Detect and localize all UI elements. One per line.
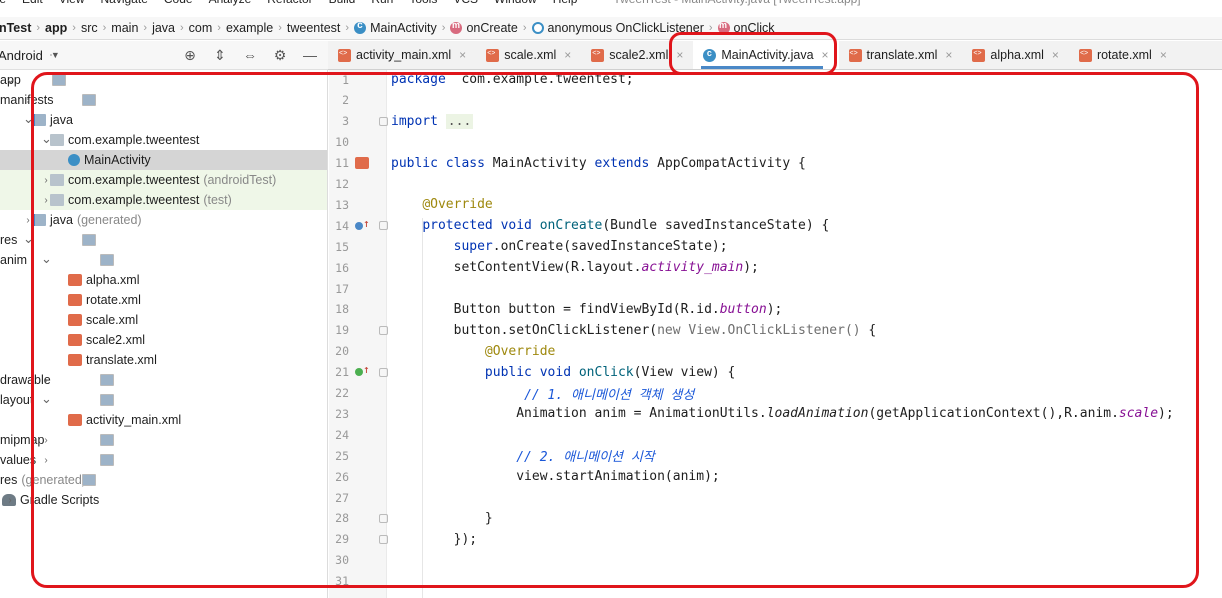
breadcrumb-item[interactable]: src › — [81, 21, 111, 35]
tab-label: scale.xml — [504, 48, 557, 62]
chevron-right-icon[interactable]: › — [5, 495, 15, 506]
highlight-active-tab — [669, 32, 837, 75]
breadcrumb-label: tweentest — [286, 21, 341, 35]
breadcrumb-label: enTest — [0, 21, 32, 35]
menu-item[interactable]: Build — [329, 0, 356, 6]
close-icon[interactable]: × — [945, 48, 952, 62]
android-view-icon — [50, 54, 52, 56]
breadcrumb-label: main — [111, 21, 139, 35]
tab-rotate-xml[interactable]: rotate.xml × — [1069, 41, 1177, 69]
menu-item[interactable]: Run — [371, 0, 393, 6]
tree-item-label: res — [0, 233, 18, 247]
menu-item[interactable]: Analyze — [209, 0, 252, 6]
project-view-label: Android — [0, 47, 43, 63]
tab-label: rotate.xml — [1096, 48, 1152, 62]
close-icon[interactable]: × — [1160, 48, 1167, 62]
breadcrumb-item[interactable]: java › — [152, 21, 189, 35]
chevron-right-icon: › — [143, 22, 148, 34]
method-icon — [450, 20, 463, 34]
tree-item-label: layout — [0, 393, 34, 407]
chevron-down-icon[interactable]: ⌄ — [5, 71, 16, 87]
breadcrumb-item[interactable]: MainActivity › — [354, 20, 450, 35]
chevron-down-icon: ▼ — [50, 50, 60, 60]
chevron-right-icon: › — [278, 22, 282, 34]
xml-file-icon — [486, 48, 500, 62]
expand-all-icon[interactable]: ⇕ — [212, 47, 228, 64]
gear-icon[interactable]: ⚙ — [272, 47, 288, 64]
project-toolbar: Android ▼ ⊕ ⇕ ⇔ ⚙ — — [0, 41, 328, 70]
chevron-right-icon: › — [36, 22, 41, 34]
xml-file-icon — [848, 48, 862, 62]
menu-item[interactable]: Refactor — [267, 0, 312, 6]
xml-file-icon — [972, 48, 986, 62]
chevron-right-icon: › — [102, 22, 107, 34]
tab-label: alpha.xml — [990, 48, 1044, 62]
breadcrumb-label: MainActivity — [370, 21, 437, 35]
tab-label: scale2.xml — [609, 48, 669, 62]
project-view-dropdown[interactable]: Android ▼ — [0, 48, 60, 63]
tab-translate-xml[interactable]: translate.xml × — [839, 41, 963, 69]
breadcrumb-label: example — [225, 21, 274, 35]
xml-file-icon — [591, 48, 605, 62]
breadcrumb-label: onCreate — [466, 21, 518, 35]
tab-scale-xml[interactable]: scale.xml × — [476, 41, 581, 69]
breadcrumb-label: java — [152, 21, 175, 35]
close-icon[interactable]: × — [1052, 48, 1059, 62]
chevron-right-icon: › — [522, 22, 527, 34]
class-icon — [354, 20, 367, 34]
minimize-icon[interactable]: — — [302, 47, 318, 63]
breadcrumb-item[interactable]: example › — [226, 21, 287, 35]
menu-bar: ile Edit View Navigate Code Analyze Refactor Bu… — [0, 0, 1222, 8]
breadcrumb-label: app — [45, 21, 68, 35]
window-title: TweenTest - MainActivity.java [TweenTest… — [613, 0, 860, 6]
breadcrumb-label: src — [80, 21, 98, 35]
menu-item[interactable]: ile — [0, 0, 6, 6]
chevron-right-icon: › — [217, 22, 221, 34]
xml-file-icon — [338, 48, 351, 62]
close-icon[interactable]: × — [459, 48, 466, 62]
menu-item[interactable]: VCS — [453, 0, 478, 6]
chevron-right-icon: › — [441, 22, 446, 34]
highlight-editor-area — [31, 72, 1199, 588]
menu-item[interactable]: Edit — [22, 0, 43, 6]
chevron-right-icon: › — [72, 22, 76, 34]
breadcrumb-label: com — [188, 21, 213, 35]
locate-icon[interactable]: ⊕ — [182, 47, 198, 64]
menu-item[interactable]: Code — [164, 0, 193, 6]
breadcrumb-item[interactable]: onCreate › — [450, 20, 531, 35]
tab-label: activity_main.xml — [356, 48, 452, 62]
menu-item[interactable]: Tools — [409, 0, 437, 6]
android-studio-window: ile Edit View Navigate Code Analyze Refactor Bu… — [0, 0, 1222, 598]
anonymous-class-icon — [531, 22, 544, 34]
tab-alpha-xml[interactable]: alpha.xml × — [962, 41, 1069, 69]
tab-label: translate.xml — [866, 48, 938, 62]
tree-item-label: res — [0, 473, 18, 487]
breadcrumb-item[interactable]: tweentest › — [287, 21, 354, 35]
menu-item[interactable]: View — [59, 0, 85, 6]
breadcrumb-item[interactable]: app › — [45, 21, 81, 35]
project-tools: ⊕ ⇕ ⇔ ⚙ — — [182, 47, 318, 64]
menu-item[interactable]: Help — [553, 0, 578, 6]
breadcrumb-item[interactable]: enTest › — [0, 21, 45, 35]
close-icon[interactable]: × — [564, 48, 571, 62]
chevron-right-icon: › — [345, 22, 350, 34]
menu-item[interactable]: Window — [494, 0, 537, 6]
breadcrumb-item[interactable]: com › — [189, 21, 226, 35]
tab-activity_main-xml[interactable]: activity_main.xml × — [328, 41, 476, 69]
xml-file-icon — [1078, 48, 1092, 62]
chevron-right-icon: › — [180, 22, 184, 34]
menu-item[interactable]: Navigate — [101, 0, 148, 6]
breadcrumb: enTest›app›src›main›java›com›example›twe… — [0, 17, 1222, 40]
breadcrumb-item[interactable]: main › — [111, 21, 152, 35]
collapse-all-icon[interactable]: ⇔ — [242, 47, 258, 63]
tree-item-label: anim — [0, 253, 28, 267]
